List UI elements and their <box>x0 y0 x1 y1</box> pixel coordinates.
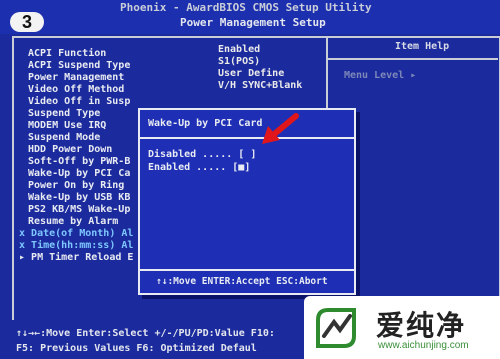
option-disabled[interactable]: Disabled ..... [ ] <box>148 149 256 160</box>
setting-suspend-type[interactable]: Suspend Type <box>28 108 100 120</box>
key-legend-line2: F5: Previous Values F6: Optimized Defaul <box>16 343 257 354</box>
setting-video-off-method[interactable]: Video Off Method <box>28 84 124 96</box>
key-legend-line1: ↑↓→←:Move Enter:Select +/-/PU/PD:Value F… <box>16 328 275 339</box>
step-badge: 3 <box>10 12 44 32</box>
red-pointer-arrow-icon <box>262 113 299 144</box>
setting-video-off-in-susp[interactable]: Video Off in Susp <box>28 96 130 108</box>
dialog-key-hints: ↑↓:Move ENTER:Accept ESC:Abort <box>156 276 328 287</box>
watermark-url: www.aichunjing.com <box>378 340 469 351</box>
watermark-text: 爱纯净 <box>376 310 467 341</box>
setting-power-management[interactable]: Power Management <box>28 72 124 84</box>
bios-vendor-title: Phoenix - AwardBIOS CMOS Setup Utility <box>120 1 372 14</box>
dialog-divider <box>140 137 354 139</box>
menu-level-label: Menu Level ▸ <box>344 70 417 81</box>
setting-pm-timer-reload[interactable]: ▸ PM Timer Reload E <box>19 252 133 264</box>
setting-wake-up-pci[interactable]: Wake-Up by PCI Ca <box>28 168 130 180</box>
divider-help <box>328 58 498 60</box>
setting-resume-alarm[interactable]: Resume by Alarm <box>28 216 118 228</box>
setting-power-on-ring[interactable]: Power On by Ring <box>28 180 124 192</box>
watermark-logo-icon <box>316 308 356 348</box>
value-video-off-method[interactable]: V/H SYNC+Blank <box>218 80 302 92</box>
bios-header: 3 Phoenix - AwardBIOS CMOS Setup Utility… <box>0 0 500 34</box>
wake-up-pci-dialog: Wake-Up by PCI Card Disabled ..... [ ] E… <box>138 108 356 295</box>
setting-modem-use-irq[interactable]: MODEM Use IRQ <box>28 120 106 132</box>
setting-acpi-suspend-type[interactable]: ACPI Suspend Type <box>28 60 130 72</box>
setting-time-alarm[interactable]: x Time(hh:mm:ss) Al <box>19 240 133 252</box>
value-power-management[interactable]: User Define <box>218 68 284 80</box>
setting-pm-timer-label: PM Timer Reload E <box>31 252 134 263</box>
setting-ps2-wake-up[interactable]: PS2 KB/MS Wake-Up <box>28 204 130 216</box>
option-enabled[interactable]: Enabled ..... [■] <box>148 162 250 173</box>
value-acpi-suspend-type[interactable]: S1(POS) <box>218 56 260 68</box>
dialog-footer-divider <box>140 269 354 271</box>
setting-hdd-power-down[interactable]: HDD Power Down <box>28 144 112 156</box>
setting-suspend-mode[interactable]: Suspend Mode <box>28 132 100 144</box>
page-title: Power Management Setup <box>180 16 326 29</box>
dialog-title: Wake-Up by PCI Card <box>148 118 263 129</box>
value-acpi-function[interactable]: Enabled <box>218 44 260 56</box>
setting-date-alarm[interactable]: x Date(of Month) Al <box>19 228 133 240</box>
setting-acpi-function[interactable]: ACPI Function <box>28 48 106 60</box>
setting-wake-up-usb[interactable]: Wake-Up by USB KB <box>28 192 130 204</box>
watermark: 爱纯净 www.aichunjing.com <box>304 296 500 359</box>
setting-time-alarm-label: Time(hh:mm:ss) Al <box>31 240 134 251</box>
setting-date-alarm-label: Date(of Month) Al <box>31 228 134 239</box>
item-help-title: Item Help <box>395 41 450 52</box>
bios-screen: 3 Phoenix - AwardBIOS CMOS Setup Utility… <box>0 0 500 359</box>
setting-soft-off-pwr[interactable]: Soft-Off by PWR-B <box>28 156 130 168</box>
